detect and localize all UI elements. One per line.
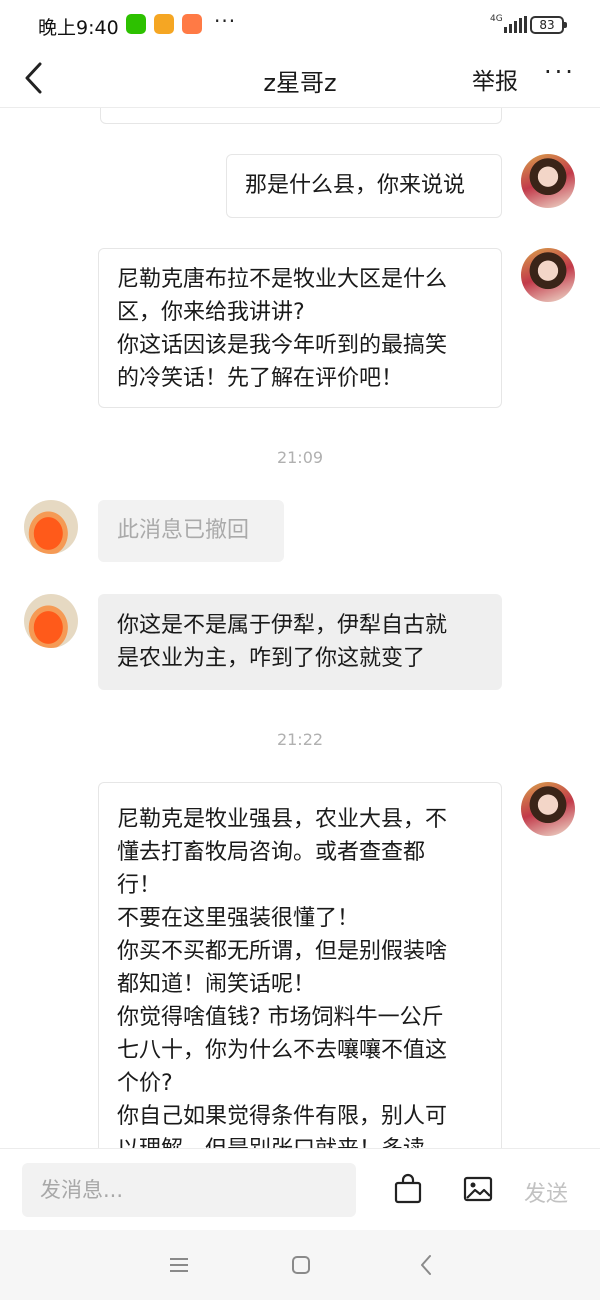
message-text-line: 以理解，但是别张口就来！多读 — [117, 1133, 483, 1148]
message-bubble-sent[interactable]: 那是什么县，你来说说 — [226, 154, 502, 218]
status-bar: 晚上9:40 ··· 4G 83 — [0, 0, 600, 50]
recalled-message-bubble: 此消息已撤回 — [98, 500, 284, 562]
message-text-line: 你买不买都无所谓，但是别假装啥 — [117, 939, 448, 964]
message-bubble-sent[interactable]: 尼勒克唐布拉不是牧业大区是什么 区，你来给我讲讲? 你这话因该是我今年听到的最搞… — [98, 248, 502, 408]
back-triangle-icon[interactable] — [414, 1252, 440, 1278]
chat-message-list[interactable]: 那是什么县，你来说说 尼勒克唐布拉不是牧业大区是什么 区，你来给我讲讲? 你这话… — [0, 108, 600, 1148]
home-square-icon[interactable] — [288, 1252, 314, 1278]
message-text-line: 尼勒克是牧业强县，农业大县，不 — [117, 807, 448, 832]
notes-icon — [154, 14, 174, 34]
contact-avatar[interactable] — [24, 500, 78, 554]
message-input[interactable] — [22, 1163, 356, 1217]
message-text: 那是什么县，你来说说 — [245, 173, 466, 198]
more-options-button[interactable]: ··· — [544, 58, 576, 86]
chat-title: z星哥z — [263, 69, 337, 97]
message-timestamp: 21:22 — [276, 730, 324, 749]
contact-avatar[interactable] — [24, 594, 78, 648]
user-avatar[interactable] — [521, 782, 575, 836]
menu-icon[interactable] — [166, 1252, 192, 1278]
shopping-bag-icon[interactable] — [392, 1173, 424, 1205]
message-text-line: 尼勒克唐布拉不是牧业大区是什么 — [117, 267, 448, 292]
message-text-line: 懂去打畜牧局咨询。或者查查都 — [117, 840, 426, 865]
shop-icon — [182, 14, 202, 34]
message-text-line: 你觉得啥值钱? 市场饲料牛一公斤 — [117, 1005, 444, 1030]
message-bubble-partial — [100, 108, 502, 124]
network-type: 4G — [490, 14, 503, 24]
message-text-line: 你这是不是属于伊犁，伊犁自古就 — [117, 613, 448, 638]
message-text-line: 不要在这里强装很懂了！ — [117, 906, 360, 931]
message-text-line: 个价? — [117, 1071, 173, 1096]
recalled-message-text: 此消息已撤回 — [117, 518, 250, 543]
message-text-line: 七八十，你为什么不去嚷嚷不值这 — [117, 1038, 448, 1063]
message-text-line: 区，你来给我讲讲? — [117, 300, 305, 325]
message-bubble-sent[interactable]: 尼勒克是牧业强县，农业大县，不 懂去打畜牧局咨询。或者查查都 行！ 不要在这里强… — [98, 782, 502, 1148]
status-overflow-dots: ··· — [214, 9, 237, 33]
wechat-icon — [126, 14, 146, 34]
message-text-line: 你这话因该是我今年听到的最搞笑 — [117, 333, 448, 358]
user-avatar[interactable] — [521, 248, 575, 302]
image-icon[interactable] — [462, 1173, 494, 1205]
message-text-line: 行！ — [117, 873, 162, 898]
system-navigation-bar — [0, 1230, 600, 1300]
message-bubble-received[interactable]: 你这是不是属于伊犁，伊犁自古就 是农业为主，咋到了你这就变了 — [98, 594, 502, 690]
message-text-line: 都知道！闹笑话呢！ — [117, 972, 316, 997]
message-timestamp: 21:09 — [276, 448, 324, 467]
battery-indicator: 83 — [530, 16, 567, 34]
message-input-bar: 发送 — [0, 1148, 600, 1230]
user-avatar[interactable] — [521, 154, 575, 208]
chat-header: z星哥z 举报 ··· — [0, 50, 600, 108]
message-text-line: 是农业为主，咋到了你这就变了 — [117, 646, 426, 671]
report-button[interactable]: 举报 — [472, 62, 518, 96]
status-time: 晚上9:40 — [38, 17, 119, 39]
signal-icon — [504, 16, 527, 33]
message-text-line: 的冷笑话！先了解在评价吧！ — [117, 366, 404, 391]
send-button[interactable]: 发送 — [524, 1176, 568, 1208]
back-arrow-icon[interactable] — [18, 60, 54, 96]
message-text-line: 你自己如果觉得条件有限，别人可 — [117, 1104, 448, 1129]
